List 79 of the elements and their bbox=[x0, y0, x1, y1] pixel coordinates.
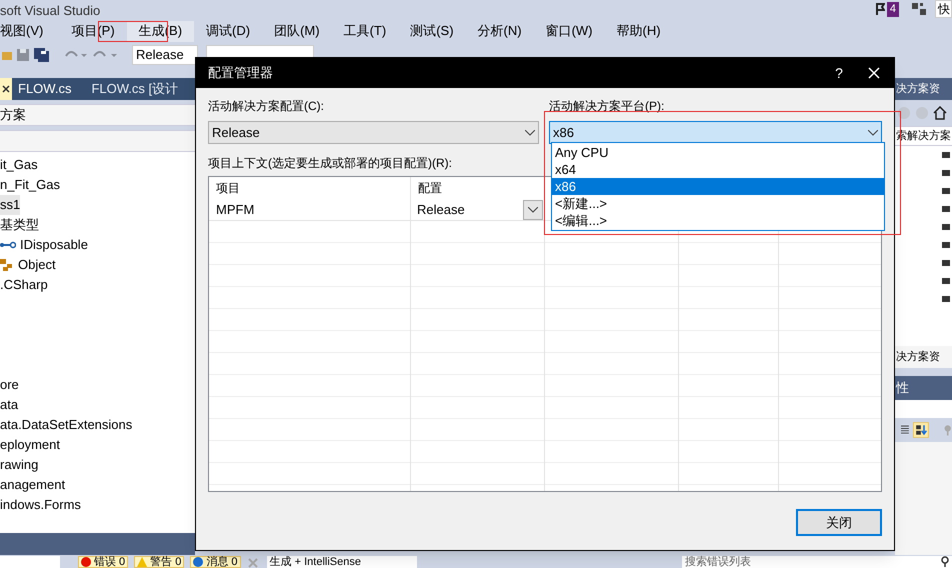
tree-item[interactable]: n_Fit_Gas bbox=[0, 175, 60, 195]
tree-item[interactable]: rawing bbox=[0, 455, 38, 475]
menu-item[interactable]: 调试(D) bbox=[194, 20, 262, 42]
tree-node-icon bbox=[942, 170, 950, 176]
back-icon[interactable] bbox=[897, 106, 911, 120]
search-combo[interactable]: 方案 bbox=[0, 104, 195, 126]
document-tab[interactable]: FLOW.cs [设计 bbox=[91, 78, 188, 100]
tree-node-icon bbox=[942, 206, 950, 212]
panel-title: 决方案资 bbox=[896, 82, 940, 97]
field-label: 活动解决方案配置(C): bbox=[208, 98, 325, 115]
tree-item[interactable]: IDisposable bbox=[20, 235, 88, 255]
menu-item[interactable]: 分析(N) bbox=[466, 20, 534, 42]
dropdown-option[interactable]: Any CPU bbox=[552, 144, 884, 161]
messages-filter[interactable]: 消息 0 bbox=[190, 556, 241, 568]
chevron-icon bbox=[868, 130, 878, 136]
tree-item[interactable]: ata bbox=[0, 395, 18, 415]
table-cell-text: Release bbox=[416, 200, 466, 219]
warning-icon bbox=[137, 557, 148, 567]
platform-dropdown[interactable]: x86 bbox=[549, 121, 882, 144]
dialog-title: 配置管理器 bbox=[208, 64, 273, 82]
dropdown-option[interactable]: x86 bbox=[552, 178, 884, 195]
save-all-icon[interactable] bbox=[34, 48, 50, 62]
help-button[interactable]: ? bbox=[824, 58, 854, 88]
tree-item[interactable]: .CSharp bbox=[0, 275, 48, 295]
tree-node-icon bbox=[942, 242, 950, 248]
menu-item[interactable]: 帮助(H) bbox=[604, 20, 673, 42]
tree-item[interactable]: eployment bbox=[0, 435, 60, 455]
chevron-icon bbox=[528, 206, 538, 212]
column-header: 配置 bbox=[417, 180, 443, 197]
filter-field[interactable] bbox=[0, 130, 195, 152]
error-icon bbox=[81, 557, 91, 567]
tree-item[interactable]: it_Gas bbox=[0, 155, 38, 175]
app-title: soft Visual Studio bbox=[0, 4, 100, 16]
tree-node-icon bbox=[942, 260, 950, 266]
menu-item[interactable]: 团队(M) bbox=[262, 20, 332, 42]
field-label: 活动解决方案平台(P): bbox=[549, 98, 666, 115]
dropdown-button[interactable] bbox=[523, 200, 543, 220]
tree-item[interactable]: ore bbox=[0, 375, 19, 395]
chevron-icon bbox=[525, 130, 535, 136]
alphabetical-sort-icon[interactable] bbox=[912, 420, 929, 440]
warnings-filter[interactable]: 警告 0 bbox=[134, 556, 184, 568]
panel-title: 性 bbox=[896, 379, 909, 398]
tree-node-icon bbox=[942, 278, 950, 284]
configuration-dropdown[interactable]: Release bbox=[132, 45, 198, 65]
tree-item[interactable]: anagement bbox=[0, 475, 66, 495]
table-cell: MPFM bbox=[209, 199, 410, 221]
errors-filter[interactable]: 错误 0 bbox=[78, 556, 128, 568]
info-icon bbox=[193, 557, 204, 567]
dropdown-option[interactable]: x64 bbox=[552, 161, 884, 178]
menu-item[interactable]: 测试(S) bbox=[398, 20, 466, 42]
column-header: 项目 bbox=[215, 180, 241, 197]
filter-field[interactable] bbox=[0, 556, 60, 568]
tree-item[interactable]: ata.DataSetExtensions bbox=[0, 415, 132, 435]
scope-dropdown[interactable]: 生成 + IntelliSense bbox=[266, 556, 417, 568]
document-tab[interactable]: FLOW.cs bbox=[0, 78, 92, 100]
menu-item[interactable]: 窗口(W) bbox=[534, 20, 605, 42]
dropdown-option[interactable]: <编辑...> bbox=[552, 212, 884, 229]
close-button[interactable]: 关闭 bbox=[796, 509, 882, 536]
close-tab-icon[interactable] bbox=[0, 78, 12, 100]
tree-item[interactable]: Object bbox=[18, 255, 56, 275]
tree-node-icon bbox=[942, 188, 950, 194]
quick-launch-field[interactable]: 快 bbox=[935, 0, 952, 18]
home-icon[interactable] bbox=[933, 106, 947, 120]
notification-badge[interactable]: 4 bbox=[886, 2, 899, 16]
tree-item[interactable]: 基类型 bbox=[0, 215, 39, 235]
flag-icon[interactable] bbox=[874, 2, 885, 16]
tree-node-icon bbox=[942, 224, 950, 230]
dropdown-option[interactable]: <新建...> bbox=[552, 195, 884, 212]
interface-icon bbox=[0, 241, 16, 249]
tree-item[interactable]: indows.Forms bbox=[0, 495, 81, 515]
tree-node-icon bbox=[942, 152, 950, 158]
configuration-dropdown[interactable]: Release bbox=[208, 121, 539, 144]
menu-item[interactable]: 视图(V) bbox=[0, 20, 60, 42]
class-icon bbox=[0, 258, 14, 272]
field-label: 项目上下文(选定要生成或部署的项目配置)(R): bbox=[208, 155, 452, 172]
tree-item[interactable]: ss1 bbox=[0, 195, 20, 215]
search-field[interactable]: 搜索错误列表 bbox=[682, 556, 952, 568]
tree-node-icon bbox=[942, 296, 950, 302]
menu-item[interactable]: 工具(T) bbox=[332, 20, 398, 42]
